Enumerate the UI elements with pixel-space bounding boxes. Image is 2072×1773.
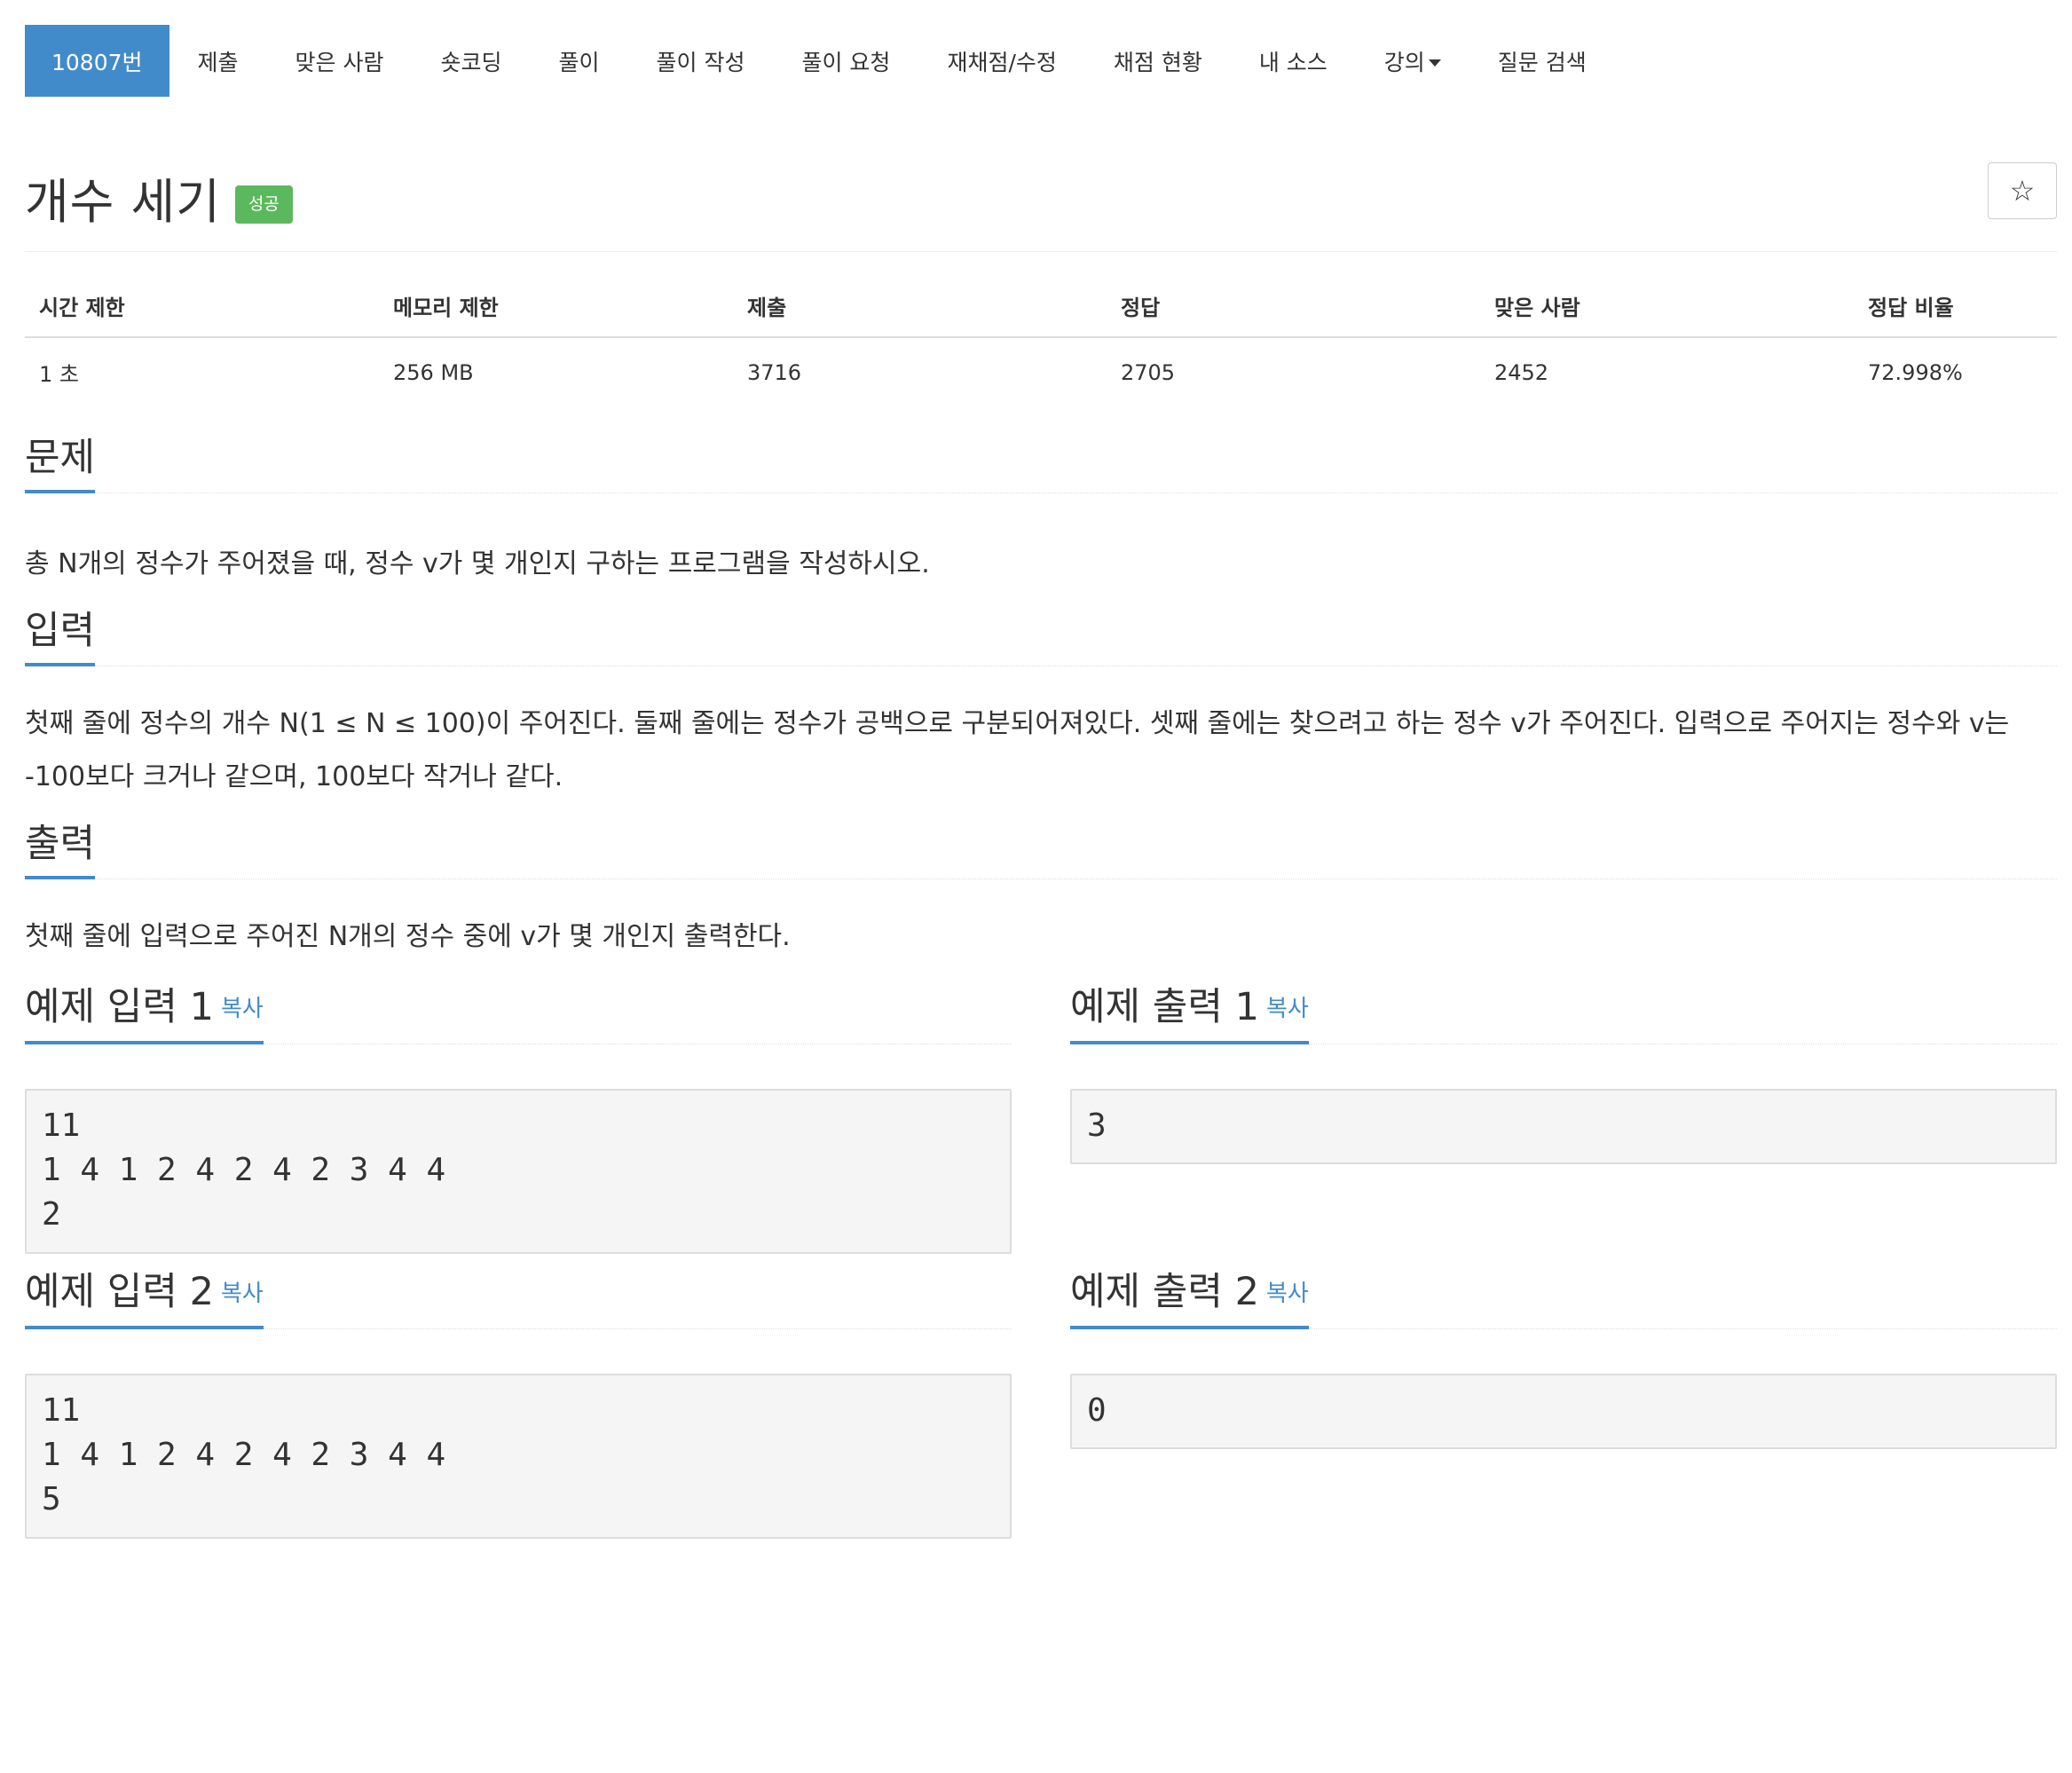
sample-output-1-content: 3 xyxy=(1070,1089,2057,1164)
problem-title-row: 개수 세기 성공 ☆ xyxy=(25,162,2057,230)
sample-output-1-header: 예제 출력 1 복사 xyxy=(1070,986,2057,1044)
nav-item-lectures-label: 강의 xyxy=(1383,49,1425,75)
value-accept-ratio: 72.998% xyxy=(1868,359,1963,385)
sample-input-1-title-wrap: 예제 입력 1 복사 xyxy=(25,986,264,1044)
section-input-header: 입력 xyxy=(25,609,2057,666)
copy-button[interactable]: 복사 xyxy=(1266,1280,1309,1307)
value-accepted: 2705 xyxy=(1121,359,1176,385)
caret-down-icon xyxy=(1428,59,1441,67)
section-input-title: 입력 xyxy=(25,610,96,666)
sample-output-1: 예제 출력 1 복사 3 xyxy=(1070,986,2057,1254)
sample-output-1-title-wrap: 예제 출력 1 복사 xyxy=(1070,986,1309,1044)
nav-item-question-search[interactable]: 질문 검색 xyxy=(1469,25,1615,97)
nav-item-short-coding[interactable]: 숏코딩 xyxy=(413,25,531,97)
nav-item-my-source[interactable]: 내 소스 xyxy=(1231,25,1356,97)
sample-input-1-title: 예제 입력 1 xyxy=(25,985,214,1029)
copy-button[interactable]: 복사 xyxy=(221,996,264,1022)
copy-button[interactable]: 복사 xyxy=(221,1280,264,1307)
value-time-limit: 1 초 xyxy=(39,362,79,387)
section-problem-description: 총 N개의 정수가 주어졌을 때, 정수 v가 몇 개인지 구하는 프로그램을 … xyxy=(25,548,930,579)
problem-nav: 10807번 제출 맞은 사람 숏코딩 풀이 풀이 작성 풀이 요청 재채점/수… xyxy=(25,25,2057,97)
sample-input-2-header: 예제 입력 2 복사 xyxy=(25,1271,1012,1329)
value-submissions: 3716 xyxy=(747,359,802,385)
nav-item-solved-users[interactable]: 맞은 사람 xyxy=(267,25,413,97)
sample-output-1-title: 예제 출력 1 xyxy=(1070,985,1259,1029)
table-row: 1 초 256 MB 3716 2705 2452 72.998% xyxy=(25,337,2057,388)
section-output-header: 출력 xyxy=(25,822,2057,879)
section-input-description: 첫째 줄에 정수의 개수 N(1 ≤ N ≤ 100)이 주어진다. 둘째 줄에… xyxy=(25,708,2010,792)
sample-input-1-content: 11 1 4 1 2 4 2 4 2 3 4 4 2 xyxy=(25,1089,1012,1254)
copy-button[interactable]: 복사 xyxy=(1266,996,1309,1022)
page-title: 개수 세기 xyxy=(25,173,221,230)
header-accept-ratio: 정답 비율 xyxy=(1854,290,2057,338)
samples-row-2: 예제 입력 2 복사 11 1 4 1 2 4 2 4 2 3 4 4 5 예제 … xyxy=(25,1271,2057,1539)
nav-item-judge-status[interactable]: 채점 현황 xyxy=(1085,25,1231,97)
nav-item-rejudge[interactable]: 재채점/수정 xyxy=(918,25,1084,97)
sample-output-2-title: 예제 출력 2 xyxy=(1070,1270,1259,1314)
section-output-title: 출력 xyxy=(25,823,96,879)
nav-item-request-solution[interactable]: 풀이 요청 xyxy=(773,25,918,97)
header-submissions: 제출 xyxy=(733,290,1107,338)
title-divider xyxy=(25,251,2057,252)
header-solved-users: 맞은 사람 xyxy=(1480,290,1854,338)
section-problem-header: 문제 xyxy=(25,436,2057,493)
favorite-button[interactable]: ☆ xyxy=(1988,162,2057,219)
status-badge: 성공 xyxy=(234,185,293,224)
header-accepted: 정답 xyxy=(1107,290,1480,338)
sample-output-2-content: 0 xyxy=(1070,1374,2057,1449)
problem-page: 10807번 제출 맞은 사람 숏코딩 풀이 풀이 작성 풀이 요청 재채점/수… xyxy=(25,25,2057,1539)
sample-input-1: 예제 입력 1 복사 11 1 4 1 2 4 2 4 2 3 4 4 2 xyxy=(25,986,1012,1254)
problem-info-table: 시간 제한 메모리 제한 제출 정답 맞은 사람 정답 비율 1 초 256 M… xyxy=(25,290,2057,388)
star-icon: ☆ xyxy=(2009,174,2036,208)
nav-item-write-solution[interactable]: 풀이 작성 xyxy=(628,25,774,97)
sample-input-2-content: 11 1 4 1 2 4 2 4 2 3 4 4 5 xyxy=(25,1374,1012,1539)
sample-input-2-title-wrap: 예제 입력 2 복사 xyxy=(25,1271,264,1329)
value-memory-limit: 256 MB xyxy=(393,359,474,385)
nav-item-lectures-dropdown[interactable]: 강의 xyxy=(1356,25,1469,97)
section-problem-title: 문제 xyxy=(25,437,96,493)
sample-output-2-header: 예제 출력 2 복사 xyxy=(1070,1271,2057,1329)
sample-input-1-header: 예제 입력 1 복사 xyxy=(25,986,1012,1044)
nav-item-problem-number[interactable]: 10807번 xyxy=(25,25,169,97)
table-header-row: 시간 제한 메모리 제한 제출 정답 맞은 사람 정답 비율 xyxy=(25,290,2057,338)
sample-input-2: 예제 입력 2 복사 11 1 4 1 2 4 2 4 2 3 4 4 5 xyxy=(25,1271,1012,1539)
sample-output-2: 예제 출력 2 복사 0 xyxy=(1070,1271,2057,1539)
samples-row-1: 예제 입력 1 복사 11 1 4 1 2 4 2 4 2 3 4 4 2 예제 … xyxy=(25,986,2057,1254)
nav-item-submit[interactable]: 제출 xyxy=(169,25,267,97)
sample-input-2-title: 예제 입력 2 xyxy=(25,1270,214,1314)
sample-output-2-title-wrap: 예제 출력 2 복사 xyxy=(1070,1271,1309,1329)
value-solved-users: 2452 xyxy=(1494,359,1549,385)
header-time-limit: 시간 제한 xyxy=(25,290,379,338)
section-output-description: 첫째 줄에 입력으로 주어진 N개의 정수 중에 v가 몇 개인지 출력한다. xyxy=(25,921,791,952)
header-memory-limit: 메모리 제한 xyxy=(379,290,733,338)
nav-item-solutions[interactable]: 풀이 xyxy=(531,25,628,97)
